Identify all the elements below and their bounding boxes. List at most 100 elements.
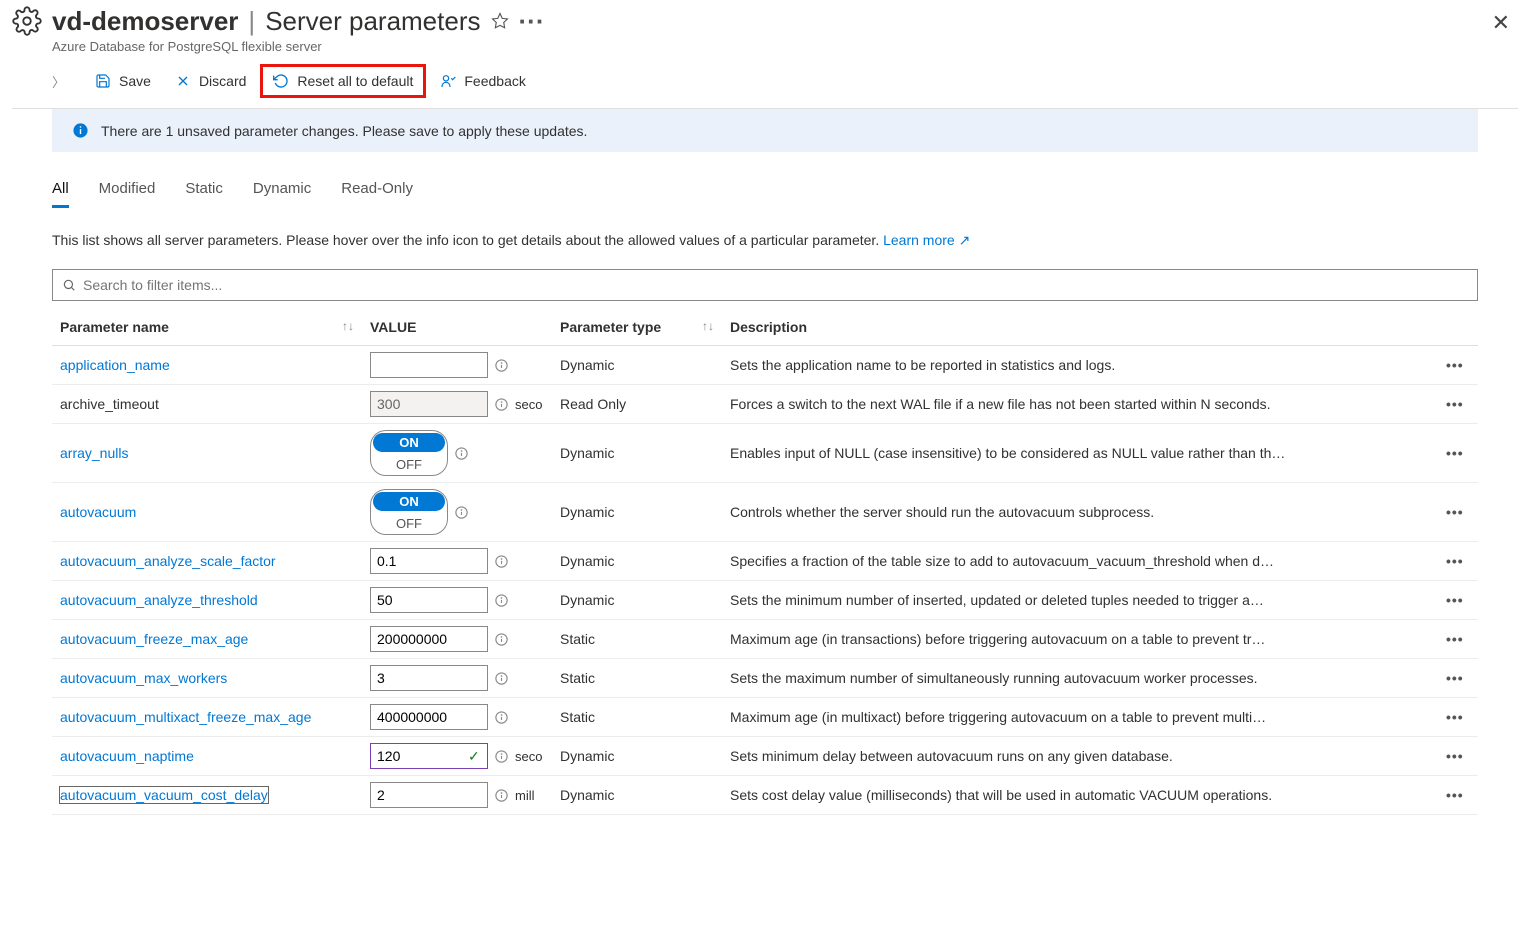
tab-all[interactable]: All: [52, 172, 69, 208]
info-icon[interactable]: [494, 554, 509, 569]
value-input[interactable]: [370, 704, 488, 730]
row-actions-button[interactable]: •••: [1446, 504, 1464, 520]
param-type: Read Only: [552, 385, 722, 424]
value-input[interactable]: [370, 548, 488, 574]
param-type: Dynamic: [552, 346, 722, 385]
tab-modified[interactable]: Modified: [99, 172, 156, 208]
row-actions-button[interactable]: •••: [1446, 553, 1464, 569]
discard-label: Discard: [199, 73, 246, 89]
subtitle: Azure Database for PostgreSQL flexible s…: [52, 39, 544, 54]
row-actions-button[interactable]: •••: [1446, 670, 1464, 686]
tab-static[interactable]: Static: [185, 172, 223, 208]
feedback-button[interactable]: Feedback: [430, 69, 535, 93]
info-icon[interactable]: [494, 671, 509, 686]
param-link[interactable]: autovacuum: [60, 504, 136, 520]
table-row: application_name Dynamic Sets the applicat…: [52, 346, 1478, 385]
unit-label: seco: [515, 397, 542, 412]
col-header-value[interactable]: VALUE: [362, 309, 552, 346]
table-row: archive_timeoutsecoRead OnlyForces a swi…: [52, 385, 1478, 424]
learn-more-link[interactable]: Learn more ↗: [883, 232, 970, 248]
param-link[interactable]: autovacuum_max_workers: [60, 670, 227, 686]
param-link[interactable]: autovacuum_multixact_freeze_max_age: [60, 709, 311, 725]
param-type: Dynamic: [552, 542, 722, 581]
table-row: autovacuum ONOFF Dynamic Controls whether t…: [52, 483, 1478, 542]
gear-icon: [12, 6, 42, 39]
save-button[interactable]: Save: [85, 69, 161, 93]
page-section-name: Server parameters: [265, 6, 480, 37]
toggle-switch[interactable]: ONOFF: [370, 489, 448, 535]
page-title: vd-demoserver | Server parameters ···: [52, 6, 544, 37]
param-link[interactable]: autovacuum_naptime: [60, 748, 194, 764]
row-actions-button[interactable]: •••: [1446, 748, 1464, 764]
param-description: Sets cost delay value (milliseconds) tha…: [730, 787, 1350, 803]
info-icon: [72, 122, 89, 139]
param-description: Sets the application name to be reported…: [730, 357, 1350, 373]
param-link[interactable]: autovacuum_vacuum_cost_delay: [60, 787, 268, 803]
param-type: Static: [552, 698, 722, 737]
param-type: Dynamic: [552, 483, 722, 542]
parameters-table: Parameter name↑↓ VALUE Parameter type↑↓ …: [52, 309, 1478, 815]
param-link[interactable]: autovacuum_freeze_max_age: [60, 631, 248, 647]
info-icon[interactable]: [494, 710, 509, 725]
param-description: Sets minimum delay between autovacuum ru…: [730, 748, 1350, 764]
info-icon[interactable]: [494, 593, 509, 608]
favorite-star-icon[interactable]: [491, 6, 509, 37]
param-description: Sets the minimum number of inserted, upd…: [730, 592, 1350, 608]
table-row: autovacuum_max_workersStaticSets the max…: [52, 659, 1478, 698]
param-type: Dynamic: [552, 581, 722, 620]
value-input[interactable]: [370, 587, 488, 613]
param-description: Sets the maximum number of simultaneousl…: [730, 670, 1350, 686]
toggle-switch[interactable]: ONOFF: [370, 430, 448, 476]
discard-button[interactable]: Discard: [165, 69, 256, 93]
unit-label: seco: [515, 749, 542, 764]
info-icon[interactable]: [454, 505, 469, 520]
info-icon[interactable]: [494, 749, 509, 764]
param-type: Dynamic: [552, 776, 722, 815]
param-link[interactable]: autovacuum_analyze_scale_factor: [60, 553, 276, 569]
col-header-type[interactable]: Parameter type↑↓: [552, 309, 722, 346]
param-type: Static: [552, 620, 722, 659]
info-icon[interactable]: [454, 446, 469, 461]
server-name: vd-demoserver: [52, 6, 238, 37]
col-header-desc[interactable]: Description: [722, 309, 1438, 346]
param-description: Maximum age (in multixact) before trigge…: [730, 709, 1350, 725]
row-actions-button[interactable]: •••: [1446, 631, 1464, 647]
table-row: autovacuum_analyze_threshold Dynamic Sets …: [52, 581, 1478, 620]
info-icon[interactable]: [494, 358, 509, 373]
tab-dynamic[interactable]: Dynamic: [253, 172, 311, 208]
save-label: Save: [119, 73, 151, 89]
info-icon[interactable]: [494, 397, 509, 412]
param-link[interactable]: array_nulls: [60, 445, 128, 461]
param-description: Controls whether the server should run t…: [730, 504, 1350, 520]
collapse-chevron-icon[interactable]: 〉: [52, 72, 81, 91]
filter-tabs: All Modified Static Dynamic Read-Only: [52, 152, 1478, 216]
value-input[interactable]: [370, 626, 488, 652]
search-wrap: [52, 269, 1478, 301]
row-actions-button[interactable]: •••: [1446, 787, 1464, 803]
row-actions-button[interactable]: •••: [1446, 396, 1464, 412]
param-description: Maximum age (in transactions) before tri…: [730, 631, 1350, 647]
row-actions-button[interactable]: •••: [1446, 709, 1464, 725]
param-type: Dynamic: [552, 737, 722, 776]
search-input[interactable]: [52, 269, 1478, 301]
info-bar: There are 1 unsaved parameter changes. P…: [52, 109, 1478, 152]
tab-read-only[interactable]: Read-Only: [341, 172, 413, 208]
value-input[interactable]: [370, 665, 488, 691]
table-row: autovacuum_naptime✓secoDynamicSets minim…: [52, 737, 1478, 776]
more-icon[interactable]: ···: [519, 6, 545, 37]
row-actions-button[interactable]: •••: [1446, 592, 1464, 608]
unit-label: mill: [515, 788, 535, 803]
page-description: This list shows all server parameters. P…: [52, 216, 1478, 269]
info-icon[interactable]: [494, 788, 509, 803]
value-input[interactable]: [370, 352, 488, 378]
param-link[interactable]: application_name: [60, 357, 170, 373]
param-link[interactable]: autovacuum_analyze_threshold: [60, 592, 258, 608]
row-actions-button[interactable]: •••: [1446, 357, 1464, 373]
table-row: autovacuum_freeze_max_age Static Maximum a…: [52, 620, 1478, 659]
row-actions-button[interactable]: •••: [1446, 445, 1464, 461]
info-icon[interactable]: [494, 632, 509, 647]
col-header-name[interactable]: Parameter name↑↓: [52, 309, 362, 346]
close-button[interactable]: ✕: [1484, 6, 1518, 40]
value-input[interactable]: [370, 782, 488, 808]
reset-all-button[interactable]: Reset all to default: [260, 64, 426, 98]
